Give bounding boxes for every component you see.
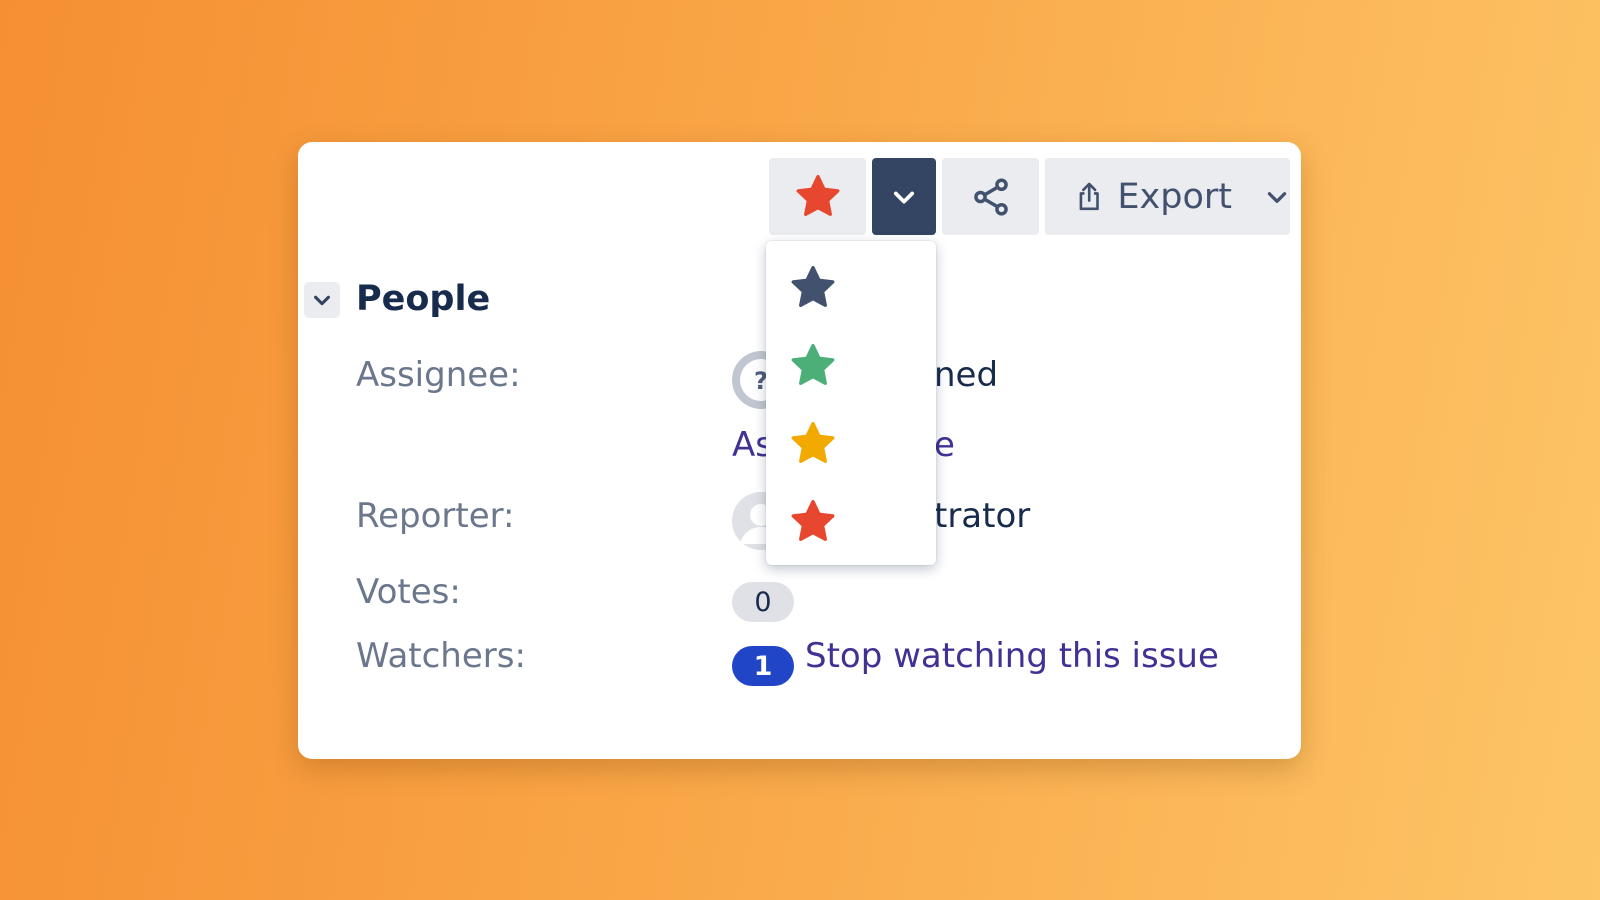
share-button[interactable]: [942, 158, 1039, 235]
reporter-value: trator: [934, 496, 1031, 536]
star-menu-item-gray[interactable]: [766, 251, 936, 325]
issue-people-panel: Export People Assignee: ? ned As e Repor…: [298, 142, 1301, 759]
stop-watching-link[interactable]: Stop watching this issue: [805, 636, 1219, 676]
section-title: People: [356, 279, 491, 319]
assign-to-me-link-tail[interactable]: e: [934, 425, 955, 465]
reporter-label: Reporter:: [356, 496, 515, 536]
star-icon: [796, 174, 839, 216]
star-color-menu: [766, 241, 936, 565]
people-section-toggle[interactable]: [304, 282, 340, 318]
chevron-down-icon: [1264, 184, 1290, 210]
share-icon: [973, 177, 1008, 216]
star-icon: [791, 499, 835, 541]
assignee-label: Assignee:: [356, 355, 521, 395]
star-menu-item-green[interactable]: [766, 329, 936, 403]
export-icon: [1079, 182, 1099, 210]
star-menu-item-red[interactable]: [766, 485, 936, 559]
chevron-down-icon: [893, 191, 915, 204]
assignee-value: ned: [934, 355, 999, 395]
star-icon: [791, 265, 835, 307]
watchers-count-badge[interactable]: 1: [732, 646, 794, 686]
issue-toolbar: Export: [769, 158, 1290, 235]
star-menu-item-yellow[interactable]: [766, 407, 936, 481]
star-icon: [791, 343, 835, 385]
star-button[interactable]: [769, 158, 866, 235]
star-dropdown-button[interactable]: [872, 158, 936, 235]
export-label: Export: [1117, 176, 1232, 217]
watchers-label: Watchers:: [356, 636, 526, 676]
votes-label: Votes:: [356, 572, 461, 612]
export-button[interactable]: Export: [1045, 158, 1290, 235]
chevron-down-icon: [314, 295, 330, 306]
star-icon: [791, 421, 835, 463]
votes-count-badge[interactable]: 0: [732, 582, 794, 622]
